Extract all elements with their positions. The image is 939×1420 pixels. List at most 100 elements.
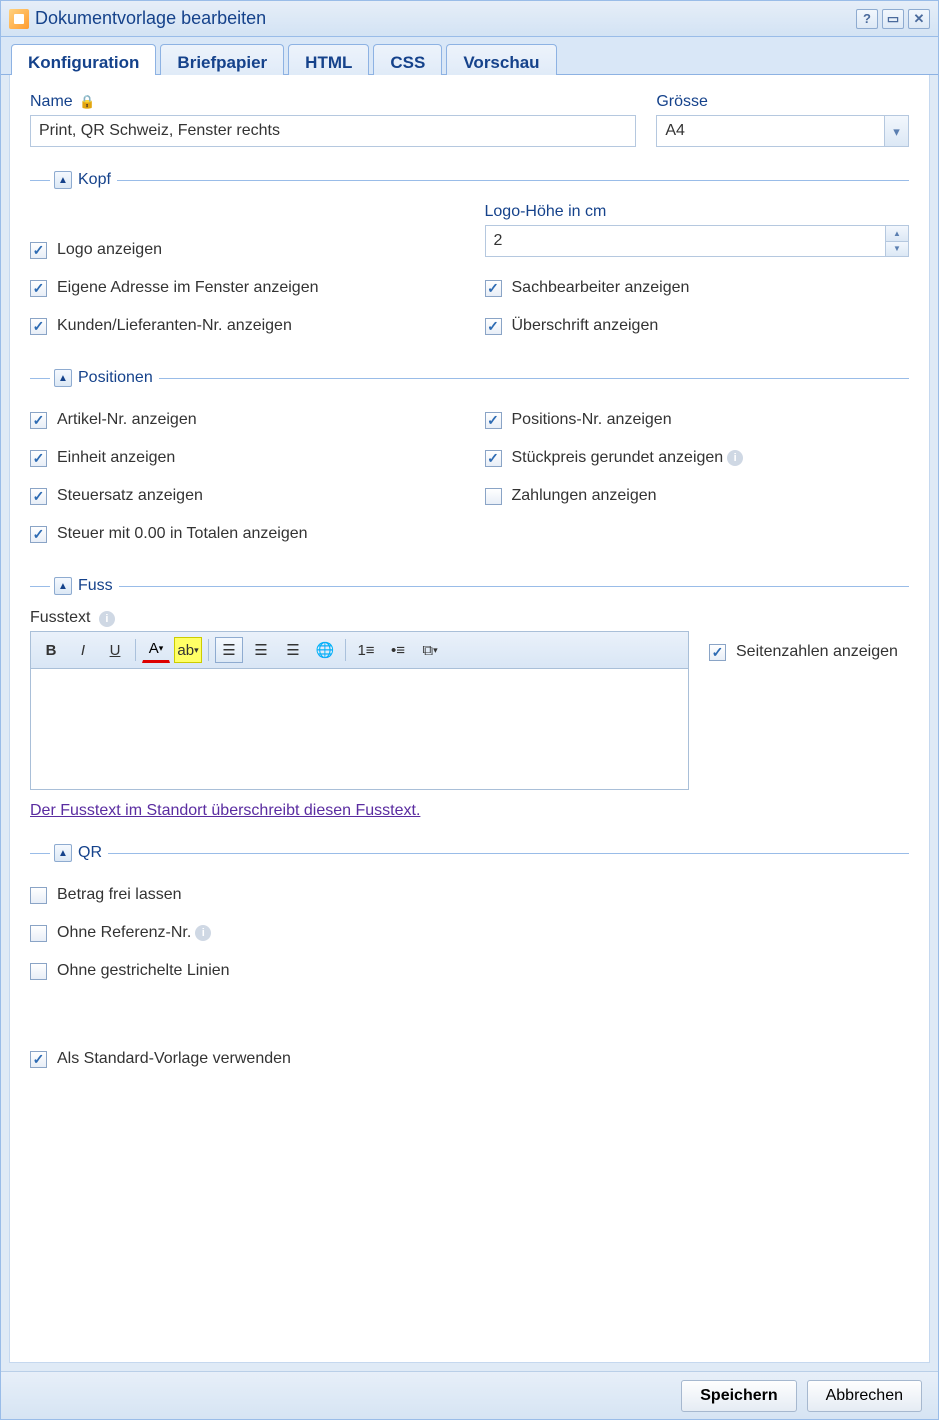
name-label-text: Name [30,93,73,110]
qr-title: QR [78,844,102,862]
spinner-down[interactable]: ▼ [886,242,908,257]
check-logo[interactable]: Logo anzeigen [30,231,455,269]
cancel-button[interactable]: Abbrechen [807,1380,922,1412]
info-icon[interactable]: i [727,450,743,466]
tab-briefpapier[interactable]: Briefpapier [160,44,284,75]
check-artikel-label: Artikel-Nr. anzeigen [57,411,197,429]
checkbox-icon [30,280,47,297]
check-zahlungen[interactable]: Zahlungen anzeigen [485,477,910,515]
spinner-up[interactable]: ▲ [886,226,908,242]
maximize-button[interactable]: ▭ [882,9,904,29]
checkbox-icon [485,450,502,467]
checkbox-icon [30,963,47,980]
tab-konfiguration[interactable]: Konfiguration [11,44,156,75]
kopf-title: Kopf [78,171,111,189]
chevron-down-icon: ▾ [893,125,900,138]
collapse-kopf[interactable]: ▲ [54,171,72,189]
check-steuer0[interactable]: Steuer mit 0.00 in Totalen anzeigen [30,515,455,553]
form-body: Name 🔒 Grösse ▾ ▲ Kopf Logo anzeigen [9,75,930,1363]
check-betrag-frei[interactable]: Betrag frei lassen [30,876,909,914]
check-sach-label: Sachbearbeiter anzeigen [512,279,690,297]
checkbox-icon [485,280,502,297]
size-trigger[interactable]: ▾ [885,115,909,147]
source-edit-button[interactable]: ⧉▾ [416,637,444,663]
editor-content[interactable] [31,669,688,789]
check-positionsnr[interactable]: Positions-Nr. anzeigen [485,401,910,439]
ordered-list-button[interactable]: 1≡ [352,637,380,663]
help-button[interactable]: ? [856,9,878,29]
check-steuersatz[interactable]: Steuersatz anzeigen [30,477,455,515]
checkbox-icon [30,318,47,335]
info-icon[interactable]: i [99,611,115,627]
text-color-button[interactable]: A▾ [142,637,170,663]
check-seitenzahlen[interactable]: Seitenzahlen anzeigen [709,633,909,671]
size-combo[interactable]: ▾ [656,115,909,147]
title-bar: Dokumentvorlage bearbeiten ? ▭ ✕ [1,1,938,37]
check-sachbearbeiter[interactable]: Sachbearbeiter anzeigen [485,269,910,307]
edit-icon [9,9,29,29]
check-standard-vorlage[interactable]: Als Standard-Vorlage verwenden [30,1040,909,1078]
check-stueck-label: Stückpreis gerundet anzeigen [512,449,724,467]
align-right-button[interactable]: ☰ [279,637,307,663]
fieldset-positionen: ▲ Positionen [30,369,909,387]
collapse-fuss[interactable]: ▲ [54,577,72,595]
positionen-title: Positionen [78,369,153,387]
tab-css[interactable]: CSS [373,44,442,75]
check-ohnelin-label: Ohne gestrichelte Linien [57,962,230,980]
checkbox-icon [485,412,502,429]
info-icon[interactable]: i [195,925,211,941]
check-stueckpreis[interactable]: Stückpreis gerundet anzeigen i [485,439,910,477]
logo-height-input[interactable] [485,225,887,257]
name-label: Name 🔒 [30,93,636,111]
check-zahlungen-label: Zahlungen anzeigen [512,487,657,505]
dialog-window: Dokumentvorlage bearbeiten ? ▭ ✕ Konfigu… [0,0,939,1420]
check-kunden-label: Kunden/Lieferanten-Nr. anzeigen [57,317,292,335]
check-ueberschrift[interactable]: Überschrift anzeigen [485,307,910,345]
fieldset-kopf: ▲ Kopf [30,171,909,189]
tab-bar: Konfiguration Briefpapier HTML CSS Vorsc… [1,37,938,75]
logo-height-spinner[interactable]: ▲ ▼ [485,225,910,257]
unordered-list-button[interactable]: •≡ [384,637,412,663]
check-steuersatz-label: Steuersatz anzeigen [57,487,203,505]
bold-button[interactable]: B [37,637,65,663]
collapse-positionen[interactable]: ▲ [54,369,72,387]
window-title: Dokumentvorlage bearbeiten [35,8,852,29]
fieldset-qr: ▲ QR [30,844,909,862]
close-button[interactable]: ✕ [908,9,930,29]
check-kundennr[interactable]: Kunden/Lieferanten-Nr. anzeigen [30,307,455,345]
tab-vorschau[interactable]: Vorschau [446,44,556,75]
insert-link-button[interactable]: 🌐 [311,637,339,663]
fusstext-label: Fusstext i [30,609,689,627]
underline-button[interactable]: U [101,637,129,663]
collapse-qr[interactable]: ▲ [54,844,72,862]
check-ohne-linien[interactable]: Ohne gestrichelte Linien [30,952,909,990]
fusstext-label-text: Fusstext [30,609,90,626]
fusstext-override-link[interactable]: Der Fusstext im Standort überschreibt di… [30,802,420,820]
check-ohne-referenz[interactable]: Ohne Referenz-Nr. i [30,914,909,952]
checkbox-icon [485,488,502,505]
check-logo-label: Logo anzeigen [57,241,162,259]
fuss-title: Fuss [78,577,113,595]
tab-html[interactable]: HTML [288,44,369,75]
check-einheit[interactable]: Einheit anzeigen [30,439,455,477]
align-left-button[interactable]: ☰ [215,637,243,663]
size-input[interactable] [656,115,885,147]
save-button[interactable]: Speichern [681,1380,796,1412]
check-ohneref-label: Ohne Referenz-Nr. [57,924,191,942]
highlight-button[interactable]: ab▾ [174,637,202,663]
lock-icon: 🔒 [79,94,95,109]
italic-button[interactable]: I [69,637,97,663]
check-artikelnr[interactable]: Artikel-Nr. anzeigen [30,401,455,439]
check-einheit-label: Einheit anzeigen [57,449,175,467]
checkbox-icon [30,242,47,259]
checkbox-icon [30,887,47,904]
checkbox-icon [30,1051,47,1068]
checkbox-icon [30,925,47,942]
dialog-footer: Speichern Abbrechen [1,1371,938,1419]
fieldset-fuss: ▲ Fuss [30,577,909,595]
align-center-button[interactable]: ☰ [247,637,275,663]
logo-height-label: Logo-Höhe in cm [485,203,910,221]
check-uber-label: Überschrift anzeigen [512,317,659,335]
checkbox-icon [30,412,47,429]
check-eigene-adresse[interactable]: Eigene Adresse im Fenster anzeigen [30,269,455,307]
